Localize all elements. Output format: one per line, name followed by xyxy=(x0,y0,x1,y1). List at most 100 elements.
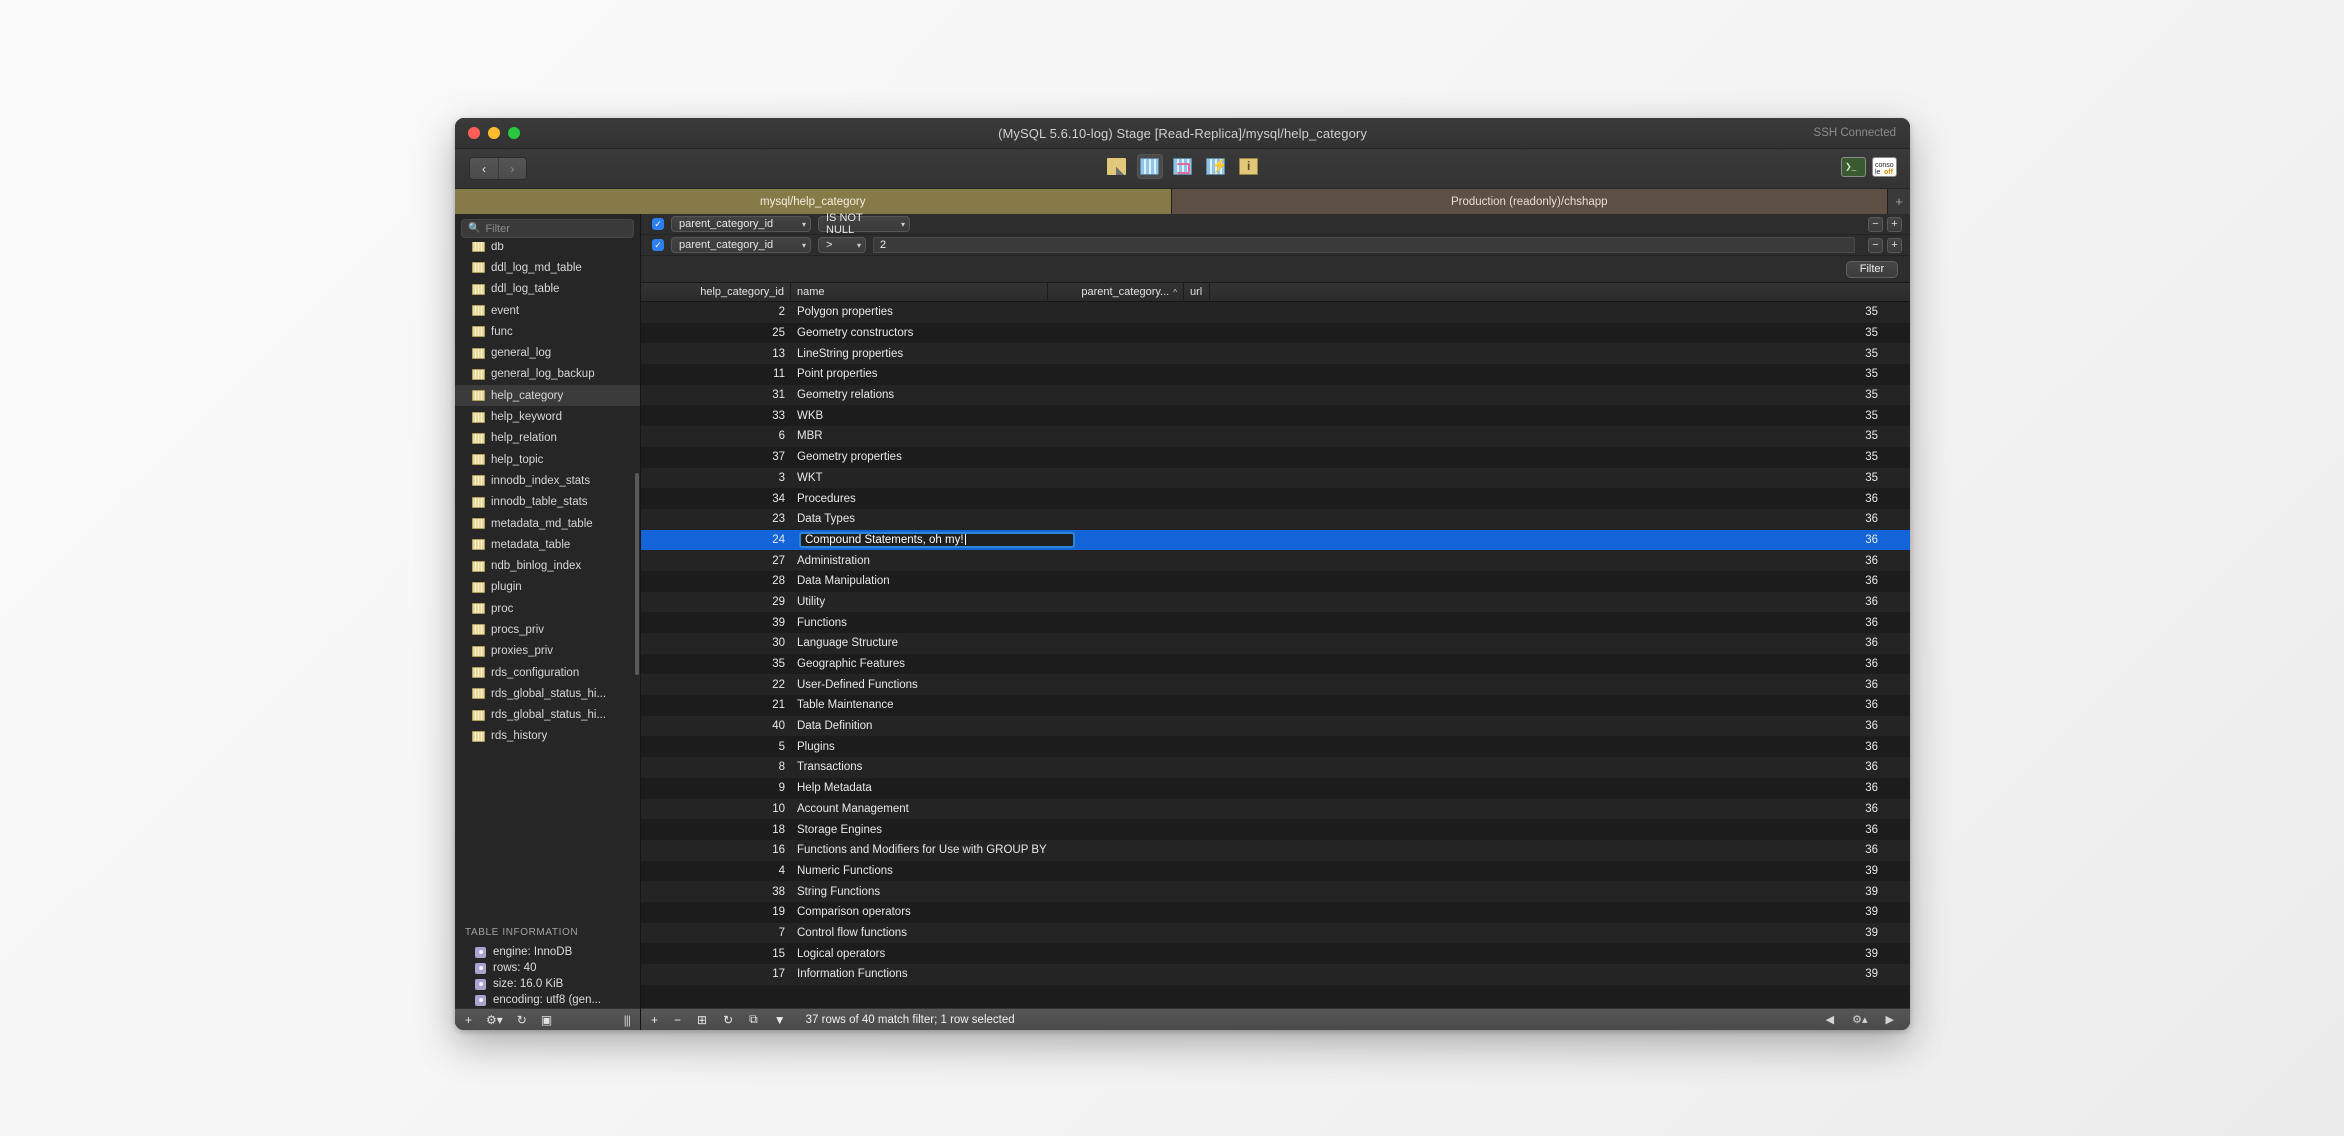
cell-parent-category-id[interactable]: 39 xyxy=(1748,923,1884,944)
cell-help-category-id[interactable]: 2 xyxy=(641,302,791,323)
cell-help-category-id[interactable]: 19 xyxy=(641,902,791,923)
cell-parent-category-id[interactable]: 36 xyxy=(1748,592,1884,613)
cell-parent-category-id[interactable]: 35 xyxy=(1748,426,1884,447)
cell-name[interactable]: Functions and Modifiers for Use with GRO… xyxy=(791,840,1748,861)
cell-url[interactable] xyxy=(1884,633,1910,654)
cell-name[interactable]: Data Manipulation xyxy=(791,571,1748,592)
table-row[interactable]: 22 User-Defined Functions 36 xyxy=(641,674,1910,696)
filter-operator-select[interactable]: > ▾ xyxy=(818,237,866,253)
cell-url[interactable] xyxy=(1884,509,1910,530)
cell-name[interactable]: Language Structure xyxy=(791,633,1748,654)
cell-name[interactable]: User-Defined Functions xyxy=(791,674,1748,695)
cell-url[interactable] xyxy=(1884,778,1910,799)
cell-url[interactable] xyxy=(1884,716,1910,737)
cell-parent-category-id[interactable]: 36 xyxy=(1748,633,1884,654)
sidebar-table-item[interactable]: func xyxy=(455,321,640,342)
cell-name[interactable]: Compound Statements, oh my! xyxy=(791,530,1748,551)
filter-operator-select[interactable]: IS NOT NULL ▾ xyxy=(818,212,910,236)
cell-parent-category-id[interactable]: 36 xyxy=(1748,778,1884,799)
sidebar-table-item[interactable]: innodb_index_stats xyxy=(455,470,640,491)
cell-parent-category-id[interactable]: 39 xyxy=(1748,861,1884,882)
cell-url[interactable] xyxy=(1884,364,1910,385)
cell-name[interactable]: MBR xyxy=(791,426,1748,447)
cell-parent-category-id[interactable]: 36 xyxy=(1748,757,1884,778)
cell-name[interactable]: Geographic Features xyxy=(791,654,1748,675)
cell-url[interactable] xyxy=(1884,571,1910,592)
table-filter-input[interactable]: 🔍 Filter xyxy=(461,219,634,238)
cell-help-category-id[interactable]: 9 xyxy=(641,778,791,799)
cell-help-category-id[interactable]: 5 xyxy=(641,736,791,757)
cell-name[interactable]: Plugins xyxy=(791,736,1748,757)
cell-name[interactable]: Logical operators xyxy=(791,943,1748,964)
cell-url[interactable] xyxy=(1884,468,1910,489)
cell-parent-category-id[interactable]: 35 xyxy=(1748,364,1884,385)
sidebar-table-item[interactable]: help_relation xyxy=(455,428,640,449)
sidebar-table-item[interactable]: innodb_table_stats xyxy=(455,492,640,513)
cell-url[interactable] xyxy=(1884,881,1910,902)
table-row[interactable]: 35 Geographic Features 36 xyxy=(641,653,1910,675)
cell-name[interactable]: Account Management xyxy=(791,799,1748,820)
cell-parent-category-id[interactable]: 35 xyxy=(1748,447,1884,468)
cell-parent-category-id[interactable]: 36 xyxy=(1748,716,1884,737)
cell-parent-category-id[interactable]: 39 xyxy=(1748,964,1884,985)
cell-parent-category-id[interactable]: 36 xyxy=(1748,654,1884,675)
cell-parent-category-id[interactable]: 35 xyxy=(1748,385,1884,406)
query-tab-button[interactable] xyxy=(1203,154,1229,179)
cell-parent-category-id[interactable]: 39 xyxy=(1748,881,1884,902)
table-row[interactable]: 21 Table Maintenance 36 xyxy=(641,695,1910,716)
cell-parent-category-id[interactable]: 36 xyxy=(1748,530,1884,551)
cell-url[interactable] xyxy=(1884,964,1910,985)
table-list-scrollbar[interactable] xyxy=(635,244,639,917)
tab-mysql-help-category[interactable]: mysql/help_category xyxy=(455,189,1172,214)
cell-parent-category-id[interactable]: 35 xyxy=(1748,343,1884,364)
cell-parent-category-id[interactable]: 36 xyxy=(1748,550,1884,571)
add-filter-button[interactable]: + xyxy=(1887,237,1902,253)
cell-help-category-id[interactable]: 3 xyxy=(641,468,791,489)
cell-help-category-id[interactable]: 40 xyxy=(641,716,791,737)
cell-url[interactable] xyxy=(1884,323,1910,344)
cell-url[interactable] xyxy=(1884,923,1910,944)
cell-help-category-id[interactable]: 13 xyxy=(641,343,791,364)
console-toggle-icon[interactable]: conso le off xyxy=(1872,157,1897,177)
sidebar-table-item[interactable]: metadata_table xyxy=(455,534,640,555)
table-row[interactable]: 18 Storage Engines 36 xyxy=(641,819,1910,840)
cell-url[interactable] xyxy=(1884,426,1910,447)
cell-help-category-id[interactable]: 18 xyxy=(641,819,791,840)
table-row[interactable]: 15 Logical operators 39 xyxy=(641,943,1910,964)
table-row[interactable]: 7 Control flow functions 39 xyxy=(641,922,1910,944)
cell-help-category-id[interactable]: 24 xyxy=(641,530,791,551)
add-table-button[interactable]: + xyxy=(465,1013,472,1027)
cell-parent-category-id[interactable]: 36 xyxy=(1748,695,1884,716)
cell-parent-category-id[interactable]: 36 xyxy=(1748,509,1884,530)
cell-url[interactable] xyxy=(1884,757,1910,778)
sidebar-table-item[interactable]: proc xyxy=(455,598,640,619)
content-tab-button[interactable] xyxy=(1136,154,1163,179)
table-row[interactable]: 6 MBR 35 xyxy=(641,426,1910,447)
table-row[interactable]: 10 Account Management 36 xyxy=(641,798,1910,820)
sidebar-table-item[interactable]: ddl_log_table xyxy=(455,279,640,300)
table-row[interactable]: 19 Comparison operators 39 xyxy=(641,901,1910,923)
cell-help-category-id[interactable]: 7 xyxy=(641,923,791,944)
filter-toggle-button[interactable]: ▼ xyxy=(774,1013,786,1027)
cell-parent-category-id[interactable]: 35 xyxy=(1748,323,1884,344)
add-tab-button[interactable]: + xyxy=(1888,189,1910,214)
column-header-help-category-id[interactable]: help_category_id xyxy=(641,282,791,302)
cell-url[interactable] xyxy=(1884,695,1910,716)
table-row[interactable]: 33 WKB 35 xyxy=(641,405,1910,427)
cell-help-category-id[interactable]: 11 xyxy=(641,364,791,385)
table-row[interactable]: 29 Utility 36 xyxy=(641,591,1910,613)
cell-help-category-id[interactable]: 27 xyxy=(641,550,791,571)
cell-name[interactable]: Comparison operators xyxy=(791,902,1748,923)
cell-name[interactable]: Geometry constructors xyxy=(791,323,1748,344)
cell-help-category-id[interactable]: 34 xyxy=(641,488,791,509)
table-row[interactable]: 27 Administration 36 xyxy=(641,550,1910,571)
filter-value-input[interactable]: 2 xyxy=(873,237,1855,253)
cell-parent-category-id[interactable]: 36 xyxy=(1748,799,1884,820)
previous-page-button[interactable]: ◀ xyxy=(1826,1013,1834,1026)
filter-enable-checkbox[interactable]: ✓ xyxy=(652,239,664,251)
cell-parent-category-id[interactable]: 36 xyxy=(1748,571,1884,592)
table-row[interactable]: 3 WKT 35 xyxy=(641,467,1910,489)
table-list[interactable]: db ddl_log_md_table ddl_log_table event func… xyxy=(455,242,640,919)
sidebar-table-item[interactable]: ndb_binlog_index xyxy=(455,555,640,576)
column-header-name[interactable]: name xyxy=(791,282,1048,302)
